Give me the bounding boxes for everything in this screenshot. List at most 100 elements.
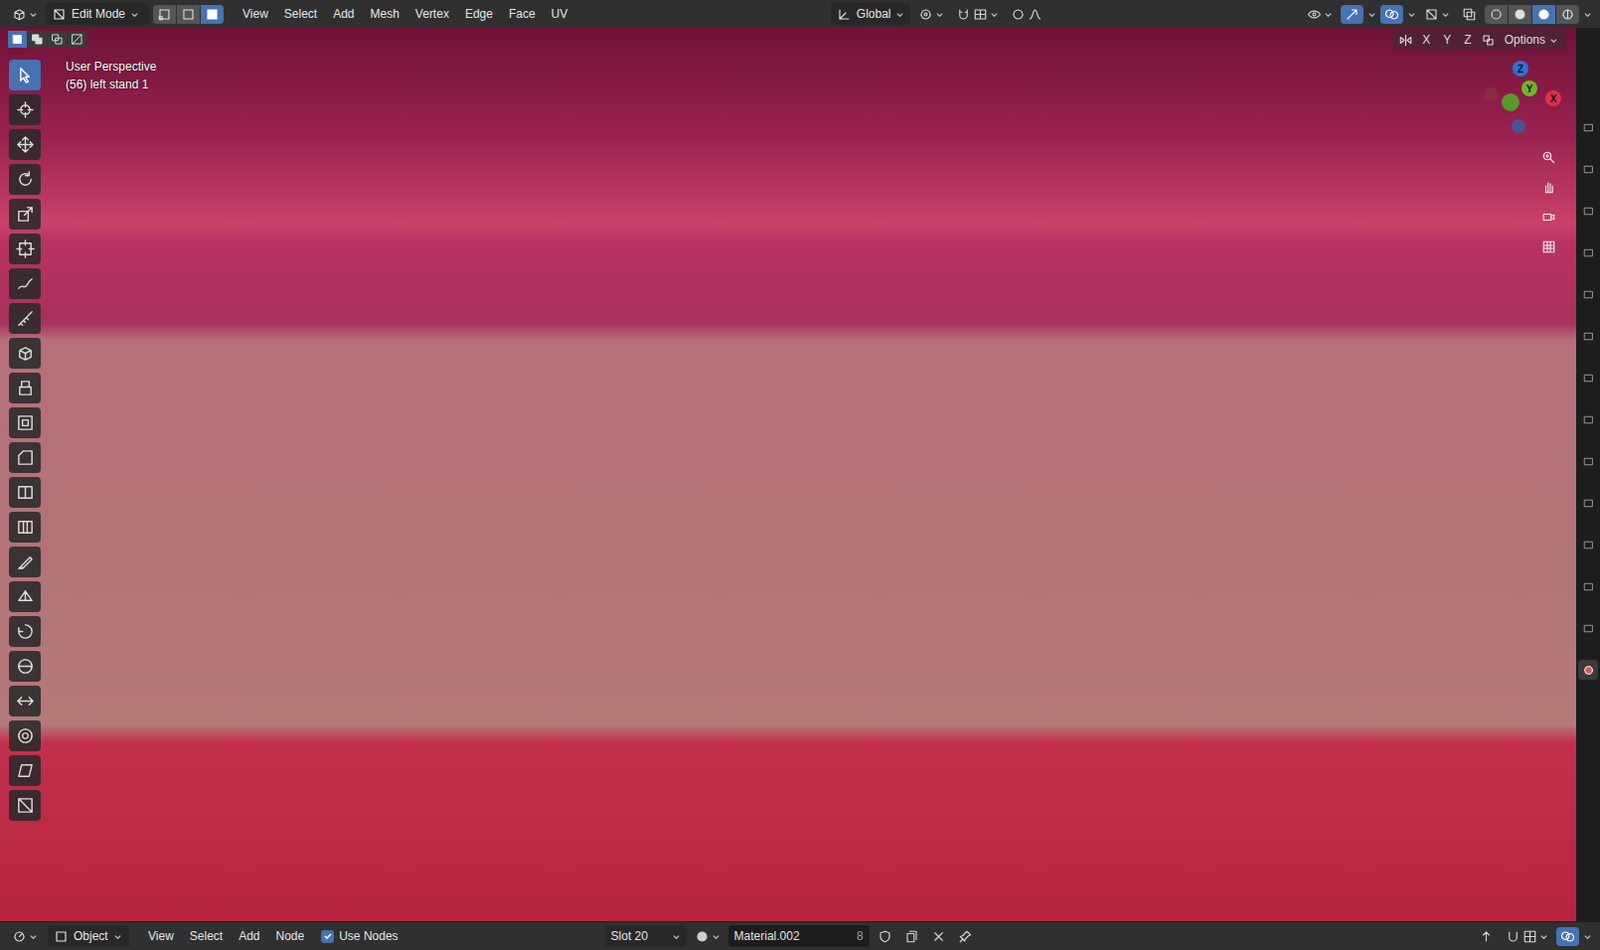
user-count[interactable]: 8	[856, 929, 864, 944]
tool-button[interactable]	[8, 268, 41, 300]
nav-button[interactable]	[1536, 174, 1561, 199]
shading-button[interactable]	[1484, 4, 1508, 24]
select-mode-button[interactable]	[176, 4, 200, 24]
tool-button[interactable]	[8, 511, 41, 543]
properties-tab[interactable]	[1578, 200, 1599, 221]
material-name-field[interactable]: Material.0028	[728, 925, 870, 948]
tool-button[interactable]	[8, 581, 41, 613]
menu-item[interactable]: Face	[501, 4, 543, 23]
shader-type-dropdown[interactable]: Object	[47, 925, 130, 948]
tool-button[interactable]	[8, 477, 41, 508]
tool-button[interactable]	[8, 129, 41, 160]
menu-item[interactable]: Add	[231, 927, 267, 946]
tool-button[interactable]	[8, 685, 41, 717]
mode-dropdown[interactable]: Edit Mode	[45, 2, 150, 25]
pivot-button[interactable]	[914, 4, 949, 24]
pin-button[interactable]	[954, 927, 977, 947]
properties-tab[interactable]	[1578, 618, 1599, 639]
shading-button[interactable]	[1532, 4, 1556, 24]
menu-item[interactable]: View	[141, 927, 181, 946]
tool-button[interactable]	[8, 372, 41, 404]
select-op-button[interactable]	[27, 30, 47, 48]
gizmo-neg-axis[interactable]	[1501, 93, 1520, 112]
tool-button[interactable]	[8, 546, 41, 578]
select-op-button[interactable]	[67, 30, 87, 48]
tool-button[interactable]	[8, 720, 41, 752]
browse-material-button[interactable]	[690, 927, 725, 947]
mesh-overlays-button[interactable]	[1420, 4, 1454, 24]
tool-button[interactable]	[8, 755, 41, 787]
menu-item[interactable]: Mesh	[363, 4, 407, 23]
properties-tab[interactable]	[1578, 409, 1599, 430]
properties-tab[interactable]	[1578, 284, 1599, 305]
tool-button[interactable]	[8, 790, 41, 821]
nav-button[interactable]	[1536, 204, 1561, 229]
tool-button[interactable]	[8, 94, 41, 126]
editor-type-button[interactable]	[7, 927, 42, 947]
options-dropdown[interactable]: Options	[1500, 31, 1563, 48]
properties-tab[interactable]	[1578, 159, 1599, 179]
properties-tab[interactable]	[1578, 576, 1599, 597]
duplicate-button[interactable]	[900, 927, 924, 947]
select-op-button[interactable]	[47, 30, 67, 48]
gizmo-neg-axis[interactable]	[1483, 87, 1498, 102]
shading-button[interactable]	[1508, 4, 1532, 24]
tool-button[interactable]	[8, 650, 41, 682]
tool-button[interactable]	[8, 337, 41, 369]
menu-item[interactable]: Edge	[458, 4, 500, 23]
editor-type-button[interactable]	[7, 4, 42, 24]
properties-tab[interactable]	[1578, 492, 1599, 513]
overlays-toggle[interactable]	[1380, 4, 1404, 24]
slot-dropdown[interactable]: Slot 20	[605, 925, 687, 948]
tool-button[interactable]	[8, 442, 41, 474]
nav-button[interactable]	[1536, 234, 1561, 259]
gizmo-axis[interactable]: Z	[1512, 60, 1529, 77]
mirror-axis-toggle[interactable]: Y	[1439, 31, 1455, 48]
unlink-button[interactable]	[927, 927, 951, 947]
properties-tab[interactable]	[1578, 117, 1599, 138]
tool-button[interactable]	[8, 303, 41, 334]
menu-item[interactable]: Add	[325, 4, 361, 23]
nav-button[interactable]	[1536, 145, 1561, 169]
parent-button[interactable]	[1474, 927, 1498, 947]
orientation-dropdown[interactable]: Global	[830, 2, 912, 25]
visibility-button[interactable]	[1302, 4, 1337, 24]
tool-button[interactable]	[8, 407, 41, 439]
gizmo-axis[interactable]: X	[1545, 90, 1562, 107]
tool-button[interactable]	[8, 233, 41, 265]
properties-tab[interactable]	[1578, 534, 1599, 555]
snap-button[interactable]	[952, 4, 1003, 24]
menu-item[interactable]: Select	[277, 4, 324, 23]
menu-item[interactable]: Vertex	[408, 4, 457, 23]
select-mode-button[interactable]	[153, 4, 176, 24]
gizmo-axis[interactable]: Y	[1521, 80, 1538, 97]
snap-button[interactable]	[1501, 927, 1553, 947]
checkbox-box[interactable]	[320, 930, 334, 944]
menu-item[interactable]: Select	[182, 927, 230, 946]
properties-tab[interactable]	[1578, 659, 1599, 680]
menu-item[interactable]: UV	[544, 4, 576, 23]
xray-toggle[interactable]	[1457, 4, 1481, 24]
overlays-toggle[interactable]	[1556, 927, 1580, 947]
shading-button[interactable]	[1556, 4, 1580, 24]
select-mode-button[interactable]	[200, 4, 224, 24]
proportional-button[interactable]	[1006, 4, 1047, 24]
menu-item[interactable]: View	[235, 4, 276, 23]
tool-button[interactable]	[8, 163, 41, 195]
gizmo-neg-axis[interactable]	[1511, 119, 1526, 134]
select-op-button[interactable]	[7, 30, 27, 48]
properties-tab[interactable]	[1578, 325, 1599, 346]
use-nodes-checkbox[interactable]: Use Nodes	[320, 929, 398, 944]
mirror-axis-toggle[interactable]: X	[1418, 31, 1435, 48]
mirror-axis-toggle[interactable]: Z	[1459, 31, 1475, 48]
properties-tab[interactable]	[1578, 242, 1599, 263]
properties-tab[interactable]	[1578, 367, 1599, 388]
3d-viewport[interactable]: User Perspective(56) left stand 1XYZOpti…	[0, 27, 1577, 922]
tool-button[interactable]	[8, 59, 41, 91]
gizmo-toggle[interactable]	[1340, 4, 1364, 24]
tool-button[interactable]	[8, 616, 41, 647]
fake-user-button[interactable]	[873, 927, 897, 947]
properties-tab[interactable]	[1578, 451, 1599, 472]
menu-item[interactable]: Node	[269, 927, 313, 946]
tool-button[interactable]	[8, 198, 41, 230]
